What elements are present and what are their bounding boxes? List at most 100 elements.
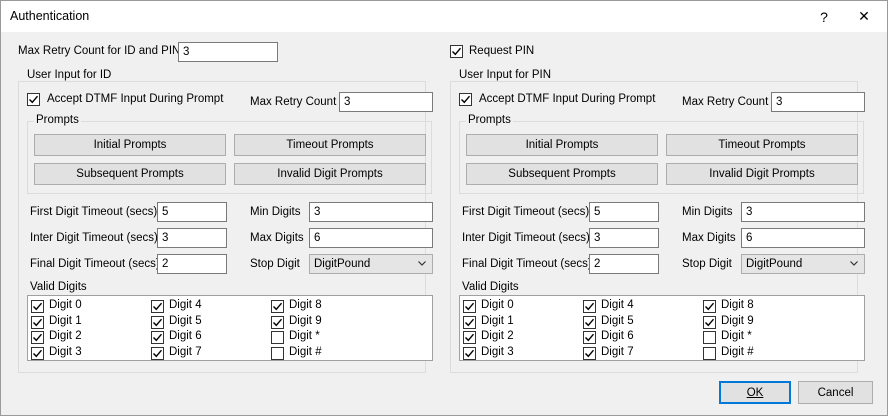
max-digits-label: Max Digits bbox=[250, 232, 304, 244]
min-digits-input[interactable]: 3 bbox=[741, 202, 865, 222]
stop-digit-label: Stop Digit bbox=[682, 258, 732, 270]
valid-digits-list: Digit 0 Digit 1 Digit 2 Digit 3 Digit 4 Digit… bbox=[27, 295, 433, 361]
inter-digit-timeout-input[interactable]: 3 bbox=[589, 228, 659, 248]
subsequent-prompts-button[interactable]: Subsequent Prompts bbox=[34, 163, 226, 185]
digit-checkbox[interactable] bbox=[151, 300, 164, 313]
final-digit-timeout-label: Final Digit Timeout (secs) bbox=[30, 258, 160, 270]
digit-checkbox-label: Digit 8 bbox=[721, 299, 754, 311]
digit-checkbox-label: Digit 6 bbox=[601, 330, 634, 342]
max-retry-id-pin-input[interactable]: 3 bbox=[178, 42, 278, 62]
ok-button[interactable]: OK bbox=[719, 381, 791, 404]
first-digit-timeout-label: First Digit Timeout (secs) bbox=[30, 206, 158, 218]
final-digit-timeout-input[interactable]: 2 bbox=[589, 254, 659, 274]
authentication-dialog: Authentication ? ✕ Max Retry Count for I… bbox=[0, 0, 888, 416]
user-input-group-title: User Input for ID bbox=[25, 69, 114, 81]
prompts-group-title: Prompts bbox=[34, 114, 81, 126]
digit-checkbox[interactable] bbox=[703, 331, 716, 344]
max-digits-input[interactable]: 6 bbox=[741, 228, 865, 248]
stop-digit-label: Stop Digit bbox=[250, 258, 300, 270]
initial-prompts-button[interactable]: Initial Prompts bbox=[34, 134, 226, 156]
invalid-digit-prompts-button[interactable]: Invalid Digit Prompts bbox=[666, 163, 858, 185]
digit-checkbox-label: Digit 7 bbox=[601, 345, 634, 358]
digit-checkbox[interactable] bbox=[151, 346, 164, 360]
digit-checkbox[interactable] bbox=[31, 346, 44, 360]
digit-checkbox[interactable] bbox=[703, 300, 716, 313]
first-digit-timeout-label: First Digit Timeout (secs) bbox=[462, 206, 590, 218]
digit-checkbox[interactable] bbox=[583, 331, 596, 344]
max-digits-input[interactable]: 6 bbox=[309, 228, 433, 248]
first-digit-timeout-input[interactable]: 5 bbox=[157, 202, 227, 222]
digit-checkbox[interactable] bbox=[583, 346, 596, 360]
accept-dtmf-label: Accept DTMF Input During Prompt bbox=[479, 93, 656, 105]
digit-checkbox[interactable] bbox=[271, 300, 284, 313]
digit-checkbox-label: Digit 5 bbox=[169, 314, 202, 327]
digit-checkbox[interactable] bbox=[463, 315, 476, 329]
digit-checkbox[interactable] bbox=[271, 346, 284, 360]
accept-dtmf-label: Accept DTMF Input During Prompt bbox=[47, 93, 224, 105]
digit-checkbox-label: Digit 0 bbox=[481, 299, 514, 311]
max-retry-label: Max Retry Count bbox=[250, 96, 337, 108]
stop-digit-select[interactable]: DigitPound bbox=[309, 254, 433, 274]
digit-checkbox[interactable] bbox=[271, 331, 284, 344]
max-retry-input[interactable]: 3 bbox=[339, 92, 433, 112]
digit-checkbox-label: Digit 8 bbox=[289, 299, 322, 311]
digit-checkbox-label: Digit 2 bbox=[49, 330, 82, 342]
digit-checkbox[interactable] bbox=[463, 331, 476, 344]
max-retry-id-pin-label: Max Retry Count for ID and PIN bbox=[18, 45, 181, 57]
digit-checkbox[interactable] bbox=[703, 346, 716, 360]
cancel-button-label: Cancel bbox=[817, 386, 854, 399]
max-retry-input[interactable]: 3 bbox=[771, 92, 865, 112]
timeout-prompts-button[interactable]: Timeout Prompts bbox=[234, 134, 426, 156]
timeout-prompts-button[interactable]: Timeout Prompts bbox=[666, 134, 858, 156]
stop-digit-select[interactable]: DigitPound bbox=[741, 254, 865, 274]
digit-checkbox-label: Digit 3 bbox=[49, 345, 82, 358]
max-retry-label: Max Retry Count bbox=[682, 96, 769, 108]
accept-dtmf-checkbox[interactable] bbox=[459, 93, 472, 106]
chevron-down-icon bbox=[849, 258, 859, 268]
digit-checkbox-label: Digit 2 bbox=[481, 330, 514, 342]
valid-digits-label: Valid Digits bbox=[30, 281, 87, 293]
digit-checkbox[interactable] bbox=[31, 300, 44, 313]
final-digit-timeout-input[interactable]: 2 bbox=[157, 254, 227, 274]
accept-dtmf-checkbox[interactable] bbox=[27, 93, 40, 106]
digit-checkbox[interactable] bbox=[583, 300, 596, 313]
window-title: Authentication bbox=[10, 9, 90, 23]
digit-checkbox-label: Digit 4 bbox=[169, 299, 202, 311]
chevron-down-icon bbox=[417, 258, 427, 268]
stop-digit-value: DigitPound bbox=[314, 258, 371, 270]
digit-checkbox[interactable] bbox=[271, 315, 284, 329]
digit-checkbox-label: Digit 1 bbox=[49, 314, 82, 327]
digit-checkbox[interactable] bbox=[583, 315, 596, 329]
help-icon: ? bbox=[820, 8, 828, 25]
subsequent-prompts-button[interactable]: Subsequent Prompts bbox=[466, 163, 658, 185]
request-pin-checkbox[interactable] bbox=[450, 45, 463, 58]
ok-button-label: OK bbox=[746, 386, 764, 399]
digit-checkbox-label: Digit 3 bbox=[481, 345, 514, 358]
first-digit-timeout-input[interactable]: 5 bbox=[589, 202, 659, 222]
digit-checkbox[interactable] bbox=[151, 315, 164, 329]
final-digit-timeout-label: Final Digit Timeout (secs) bbox=[462, 258, 592, 270]
digit-checkbox[interactable] bbox=[703, 315, 716, 329]
digit-checkbox[interactable] bbox=[463, 300, 476, 313]
digit-checkbox-label: Digit 6 bbox=[169, 330, 202, 342]
invalid-digit-prompts-button[interactable]: Invalid Digit Prompts bbox=[234, 163, 426, 185]
inter-digit-timeout-input[interactable]: 3 bbox=[157, 228, 227, 248]
digit-checkbox[interactable] bbox=[31, 331, 44, 344]
digit-checkbox[interactable] bbox=[151, 331, 164, 344]
cancel-button[interactable]: Cancel bbox=[798, 381, 873, 404]
digit-checkbox[interactable] bbox=[463, 346, 476, 360]
digit-checkbox-label: Digit 5 bbox=[601, 314, 634, 327]
digit-checkbox-label: Digit 9 bbox=[721, 314, 754, 327]
digit-checkbox-label: Digit * bbox=[289, 330, 320, 342]
inter-digit-timeout-label: Inter Digit Timeout (secs) bbox=[30, 232, 158, 244]
min-digits-input[interactable]: 3 bbox=[309, 202, 433, 222]
digit-checkbox-label: Digit # bbox=[721, 345, 754, 358]
initial-prompts-button[interactable]: Initial Prompts bbox=[466, 134, 658, 156]
digit-checkbox[interactable] bbox=[31, 315, 44, 329]
digit-checkbox-label: Digit # bbox=[289, 345, 322, 358]
prompts-group-title: Prompts bbox=[466, 114, 513, 126]
close-button[interactable]: ✕ bbox=[841, 1, 887, 32]
digit-checkbox-label: Digit 4 bbox=[601, 299, 634, 311]
stop-digit-value: DigitPound bbox=[746, 258, 803, 270]
title-bar: Authentication ? ✕ bbox=[1, 1, 887, 32]
